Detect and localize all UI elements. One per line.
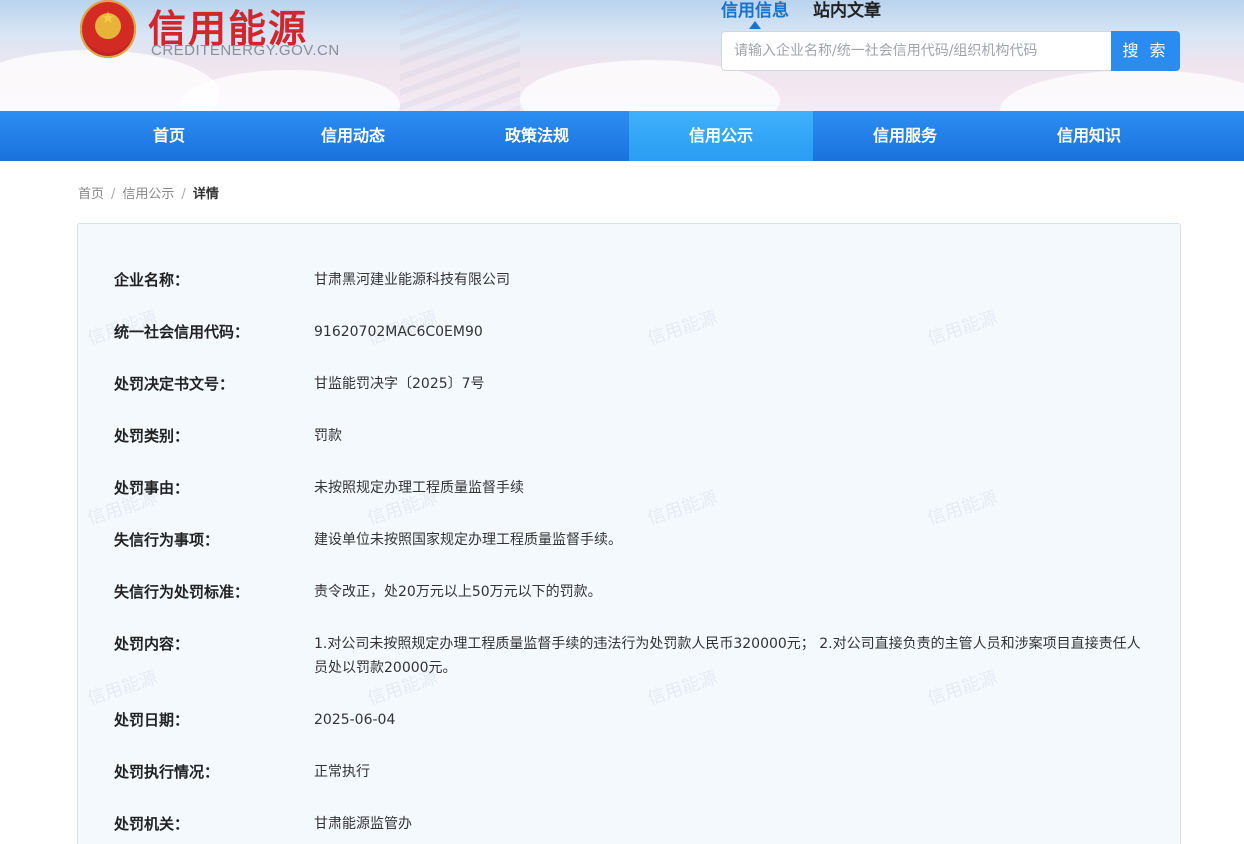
detail-value: 未按照规定办理工程质量监督手续	[314, 480, 524, 496]
breadcrumb-credit-disclosure[interactable]: 信用公示	[122, 183, 174, 202]
header-cloud	[180, 70, 400, 111]
detail-value: 甘监能罚决字〔2025〕7号	[314, 376, 485, 392]
active-tab-caret-icon	[749, 21, 761, 29]
detail-value: 罚款	[314, 428, 342, 444]
header-cloud	[1000, 70, 1244, 111]
detail-label: 处罚执行情况：	[114, 763, 220, 781]
detail-label: 失信行为事项：	[114, 531, 220, 549]
star-icon: ★	[100, 8, 116, 27]
breadcrumb-separator: /	[181, 187, 186, 202]
breadcrumb-current: 详情	[192, 187, 219, 202]
watermark-text: 信用能源	[84, 667, 160, 710]
detail-label: 企业名称：	[114, 271, 190, 289]
detail-value: 2025-06-04	[314, 712, 396, 728]
detail-value: 91620702MAC6C0EM90	[314, 324, 483, 340]
detail-value: 甘肃能源监管办	[314, 816, 412, 832]
breadcrumb-home[interactable]: 首页	[78, 183, 104, 202]
breadcrumb: 首页 / 信用公示 / 详情	[78, 183, 219, 202]
detail-value: 1.对公司未按照规定办理工程质量监督手续的违法行为处罚款人民币320000元； …	[314, 636, 1141, 676]
detail-value: 甘肃黑河建业能源科技有限公司	[314, 272, 510, 288]
search-button[interactable]: 搜 索	[1111, 31, 1180, 71]
detail-label: 统一社会信用代码：	[114, 323, 250, 341]
nav-item-policies[interactable]: 政策法规	[445, 111, 629, 161]
search-tab-credit-info[interactable]: 信用信息	[721, 0, 789, 21]
breadcrumb-separator: /	[111, 187, 116, 202]
detail-value: 责令改正，处20万元以上50万元以下的罚款。	[314, 584, 602, 600]
detail-panel: 信用能源 信用能源 信用能源 信用能源 信用能源 信用能源 信用能源 信用能源 …	[77, 223, 1181, 844]
nav-item-credit-disclosure[interactable]: 信用公示	[629, 111, 813, 161]
detail-value: 正常执行	[314, 764, 370, 780]
detail-label: 处罚内容：	[114, 635, 190, 653]
detail-label: 处罚机关：	[114, 815, 190, 833]
detail-label: 处罚类别：	[114, 427, 190, 445]
nav-item-credit-news[interactable]: 信用动态	[261, 111, 445, 161]
nav-item-credit-services[interactable]: 信用服务	[813, 111, 997, 161]
detail-value: 建设单位未按照国家规定办理工程质量监督手续。	[314, 532, 622, 548]
detail-label: 处罚事由：	[114, 479, 190, 497]
search-input[interactable]	[721, 31, 1111, 71]
detail-label: 处罚日期：	[114, 711, 190, 729]
detail-label: 处罚决定书文号：	[114, 375, 235, 393]
detail-label: 失信行为处罚标准：	[114, 583, 250, 601]
site-logo-subtitle: CREDITENERGY.GOV.CN	[151, 42, 340, 59]
site-header: ★ 信用能源 CREDITENERGY.GOV.CN 信用信息 站内文章 搜 索	[0, 0, 1244, 111]
nav-item-credit-knowledge[interactable]: 信用知识	[997, 111, 1181, 161]
national-emblem-logo[interactable]: ★	[80, 0, 136, 58]
nav-item-home[interactable]: 首页	[77, 111, 261, 161]
great-wall-decoration	[400, 0, 520, 111]
search-tab-site-articles[interactable]: 站内文章	[813, 0, 881, 21]
main-nav: 首页 信用动态 政策法规 信用公示 信用服务 信用知识	[0, 111, 1244, 161]
